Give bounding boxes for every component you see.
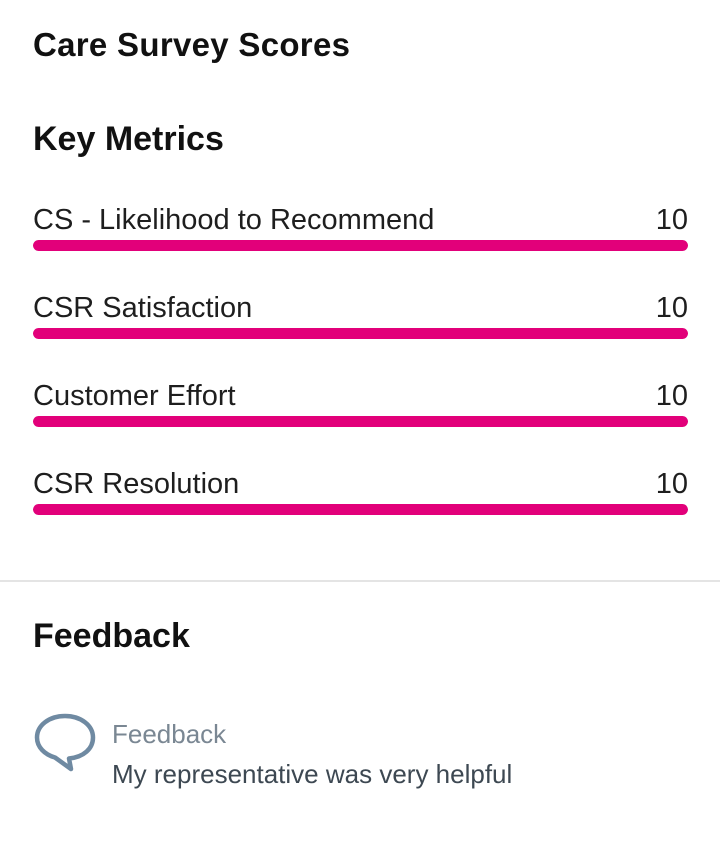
feedback-text: My representative was very helpful: [112, 759, 513, 789]
metric-value: 10: [655, 204, 688, 236]
metric-value: 10: [655, 380, 688, 412]
metric-label: Customer Effort: [33, 380, 236, 412]
metric-value: 10: [655, 292, 688, 324]
metric-bar-track: [33, 504, 688, 515]
feedback-heading: Feedback: [33, 617, 190, 655]
metric-label: CSR Resolution: [33, 468, 240, 500]
metric-label: CSR Satisfaction: [33, 292, 253, 324]
metric-row-csr-satisfaction: CSR Satisfaction 10: [33, 288, 688, 348]
metric-row-likelihood-to-recommend: CS - Likelihood to Recommend 10: [33, 200, 688, 260]
speech-bubble-icon: [34, 713, 96, 772]
metric-bar-fill: [33, 240, 688, 251]
metric-bar-fill: [33, 504, 688, 515]
section-divider: [0, 580, 720, 582]
feedback-label: Feedback: [112, 719, 227, 749]
metric-bar-track: [33, 328, 688, 339]
metric-bar-fill: [33, 328, 688, 339]
metric-bar-fill: [33, 416, 688, 427]
feedback-item: Feedback My representative was very help…: [33, 712, 683, 792]
metric-bar-track: [33, 416, 688, 427]
metric-row-customer-effort: Customer Effort 10: [33, 376, 688, 436]
metric-row-csr-resolution: CSR Resolution 10: [33, 464, 688, 524]
metric-bar-track: [33, 240, 688, 251]
key-metrics-heading: Key Metrics: [33, 120, 224, 158]
page-title: Care Survey Scores: [33, 26, 351, 63]
metric-value: 10: [655, 468, 688, 500]
metric-label: CS - Likelihood to Recommend: [33, 204, 435, 236]
